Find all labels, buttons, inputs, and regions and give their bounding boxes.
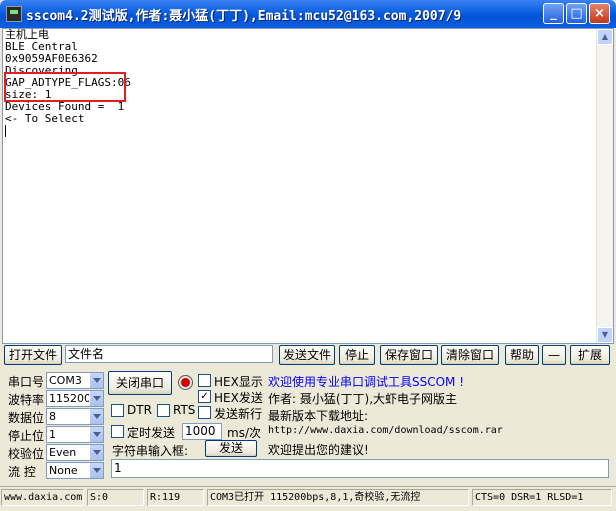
flow-control-label: 流 控 [8, 465, 36, 479]
hex-display-label: HEX显示 [214, 375, 263, 389]
chevron-down-icon[interactable] [89, 463, 103, 478]
port-value: COM3 [49, 374, 82, 387]
port-select[interactable]: COM3 [46, 372, 104, 389]
parity-value: Even [49, 446, 77, 459]
welcome-text: 欢迎使用专业串口调试工具SSCOM ! [268, 375, 465, 389]
annotation-highlight-box [4, 72, 126, 102]
parity-label: 校验位 [8, 447, 45, 461]
download-url-link[interactable]: http://www.daxia.com/download/sscom.rar [268, 425, 503, 436]
port-label: 串口号 [8, 375, 45, 389]
output-line: <- To Select [5, 112, 85, 125]
chevron-down-icon[interactable] [89, 409, 103, 424]
flow-control-select[interactable]: None [46, 462, 104, 479]
send-newline-checkbox[interactable] [198, 406, 211, 419]
status-site: www.daxia.com [1, 489, 84, 506]
close-port-button[interactable]: 关闭串口 [108, 371, 172, 395]
scroll-down-icon[interactable]: ▼ [597, 327, 613, 343]
file-toolbar: 打开文件 文件名 发送文件 停止 保存窗口 清除窗口 帮助 — 扩展 [0, 345, 616, 367]
receive-textarea[interactable]: 主机上电 BLE Central 0x9059AF0E6362 Discover… [2, 28, 614, 344]
baud-label: 波特率 [8, 393, 45, 407]
interval-input[interactable]: 1000 [182, 423, 222, 440]
status-bar: www.daxia.com S:0 R:119 COM3已打开 115200bp… [0, 486, 616, 506]
send-button[interactable]: 发送 [205, 440, 257, 457]
save-window-button[interactable]: 保存窗口 [380, 345, 438, 365]
dtr-checkbox[interactable] [111, 404, 124, 417]
chevron-down-icon[interactable] [89, 391, 103, 406]
data-bits-label: 数据位 [8, 411, 45, 425]
suggestion-text: 欢迎提出您的建议! [268, 443, 369, 457]
text-caret [5, 125, 6, 137]
collapse-button[interactable]: — [542, 345, 566, 365]
hex-send-checkbox[interactable]: ✓ [198, 390, 211, 403]
timed-send-label: 定时发送 [127, 426, 176, 440]
hex-display-checkbox[interactable] [198, 374, 211, 387]
title-bar: sscom4.2测试版,作者:聂小猛(丁丁),Email:mcu52@163.c… [0, 0, 616, 28]
chevron-down-icon[interactable] [89, 373, 103, 388]
open-file-button[interactable]: 打开文件 [4, 345, 62, 365]
help-button[interactable]: 帮助 [505, 345, 539, 365]
baud-value: 115200 [49, 392, 91, 405]
chevron-down-icon[interactable] [89, 427, 103, 442]
close-button[interactable]: × [589, 3, 610, 24]
flow-control-value: None [49, 464, 78, 477]
download-label: 最新版本下载地址: [268, 409, 369, 423]
timed-send-checkbox[interactable] [111, 425, 124, 438]
port-status-indicator-icon [178, 375, 193, 390]
send-newline-label: 发送新行 [214, 407, 263, 421]
scroll-up-icon[interactable]: ▲ [597, 29, 613, 45]
dtr-label: DTR [127, 403, 152, 417]
data-bits-value: 8 [49, 410, 56, 423]
interval-unit-label: ms/次 [227, 426, 261, 440]
app-icon[interactable] [6, 6, 22, 22]
stop-bits-label: 停止位 [8, 429, 45, 443]
clear-window-button[interactable]: 清除窗口 [441, 345, 499, 365]
status-sent-count: S:0 [87, 489, 144, 506]
expand-button[interactable]: 扩展 [570, 345, 610, 365]
window-title: sscom4.2测试版,作者:聂小猛(丁丁),Email:mcu52@163.c… [26, 9, 462, 24]
string-input-label: 字符串输入框: [112, 444, 189, 458]
hex-send-label: HEX发送 [214, 391, 263, 405]
chevron-down-icon[interactable] [89, 445, 103, 460]
status-line-signals: CTS=0 DSR=1 RLSD=1 [472, 489, 612, 506]
stop-bits-value: 1 [49, 428, 56, 441]
rts-checkbox[interactable] [157, 404, 170, 417]
rts-label: RTS [173, 403, 196, 417]
baud-select[interactable]: 115200 [46, 390, 104, 407]
send-string-input[interactable]: 1 [111, 459, 609, 478]
send-file-button[interactable]: 发送文件 [279, 345, 335, 365]
maximize-button[interactable]: □ [566, 3, 587, 24]
stop-button[interactable]: 停止 [339, 345, 375, 365]
status-received-count: R:119 [147, 489, 204, 506]
author-text: 作者: 聂小猛(丁丁),大虾电子网版主 [268, 392, 458, 406]
config-panel: 串口号 COM3 波特率 115200 数据位 8 停止位 1 校验位 Even… [0, 368, 616, 480]
minimize-button[interactable]: _ [543, 3, 564, 24]
filename-field[interactable]: 文件名 [65, 345, 273, 363]
status-port-state: COM3已打开 115200bps,8,1,奇校验,无流控 [207, 489, 469, 506]
vertical-scrollbar[interactable]: ▲ ▼ [596, 29, 613, 343]
info-panel: 欢迎使用专业串口调试工具SSCOM ! 作者: 聂小猛(丁丁),大虾电子网版主 … [266, 370, 610, 457]
parity-select[interactable]: Even [46, 444, 104, 461]
data-bits-select[interactable]: 8 [46, 408, 104, 425]
stop-bits-select[interactable]: 1 [46, 426, 104, 443]
